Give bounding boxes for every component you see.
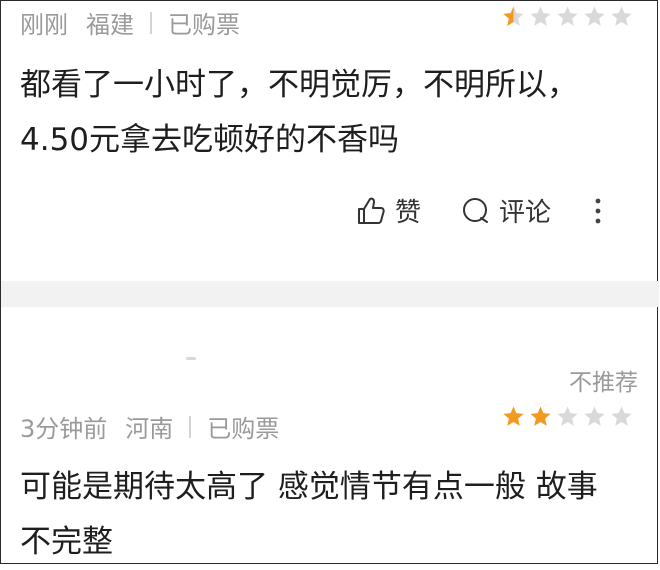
comment-text-line: 不完整 xyxy=(20,524,113,560)
like-label: 赞 xyxy=(395,198,422,228)
comment-location: 福建 xyxy=(86,11,134,39)
star-empty-icon xyxy=(611,406,632,426)
more-options-button[interactable] xyxy=(593,196,603,226)
meta-divider xyxy=(189,415,192,438)
comment-body: 可能是期待太高了 感觉情节有点一般 故事 不完整 xyxy=(20,460,598,570)
star-half-icon xyxy=(503,6,524,26)
comment-text-line: 可能是期待太高了 感觉情节有点一般 故事 xyxy=(20,469,598,505)
comment-time: 刚刚 xyxy=(20,11,68,39)
star-empty-icon xyxy=(557,406,578,426)
star-empty-icon xyxy=(530,6,551,26)
comment-label: 评论 xyxy=(499,198,552,228)
rating-stars xyxy=(502,405,633,428)
like-button[interactable]: 赞 xyxy=(355,192,421,229)
not-recommend-button[interactable]: 不推荐 xyxy=(569,363,638,397)
comment-time: 3分钟前 xyxy=(20,415,108,443)
section-divider xyxy=(1,281,659,307)
comment-text-line: 4.50元拿去吃顿好的不香吗 xyxy=(20,122,400,158)
star-empty-icon xyxy=(584,6,605,26)
purchase-status: 已购票 xyxy=(207,415,280,443)
star-empty-icon xyxy=(557,6,578,26)
star-filled-icon xyxy=(530,406,551,426)
purchase-status: 已购票 xyxy=(168,11,240,39)
more-vertical-icon xyxy=(595,198,601,223)
decorative-mark xyxy=(186,357,196,360)
comment-meta: 刚刚 福建 已购票 xyxy=(20,5,240,40)
comment-location: 河南 xyxy=(125,415,174,443)
comment-body: 都看了一小时了，不明觉厉，不明所以， 4.50元拿去吃顿好的不香吗 xyxy=(20,58,578,168)
star-empty-icon xyxy=(611,6,632,26)
comment-button[interactable]: 评论 xyxy=(461,192,551,229)
rating-stars xyxy=(502,5,633,28)
thumbs-up-icon xyxy=(358,197,385,224)
comment-meta: 3分钟前 河南 已购票 xyxy=(20,409,279,444)
comment-bubble-icon xyxy=(463,197,489,223)
star-empty-icon xyxy=(584,406,605,426)
meta-divider xyxy=(150,11,152,34)
comment-actions: 赞 评论 xyxy=(355,192,603,229)
comment-text-line: 都看了一小时了，不明觉厉，不明所以， xyxy=(20,67,578,103)
star-filled-icon xyxy=(503,406,524,426)
